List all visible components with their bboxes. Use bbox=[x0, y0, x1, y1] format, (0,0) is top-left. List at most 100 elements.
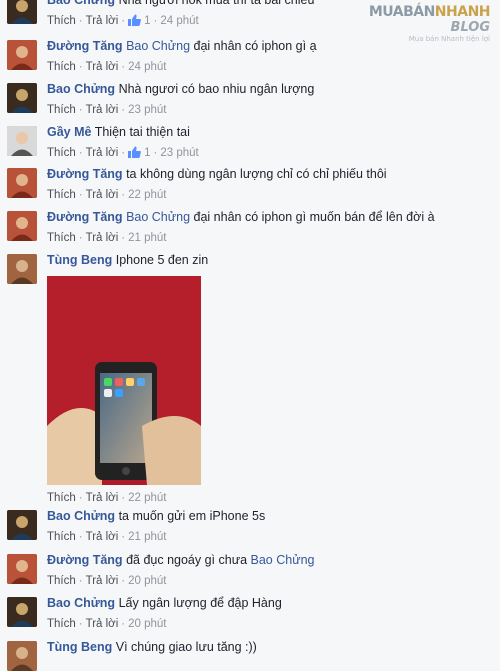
separator: · bbox=[78, 575, 83, 587]
comment-line: Tùng Beng Vì chúng giao lưu tăng :)) bbox=[47, 639, 490, 655]
bao-chung-avatar-icon[interactable] bbox=[7, 0, 37, 24]
separator: · bbox=[121, 189, 126, 201]
comment-text: đã đục ngoáy gì chưa bbox=[126, 553, 248, 567]
comment-timestamp[interactable]: 21 phút bbox=[128, 531, 166, 543]
mention-link[interactable]: Bao Chửng bbox=[251, 553, 315, 567]
mention-link[interactable]: Bao Chửng bbox=[126, 39, 190, 53]
bao-chung-avatar-icon[interactable] bbox=[7, 597, 37, 627]
separator: · bbox=[153, 15, 158, 27]
phone-in-hand-image bbox=[47, 276, 201, 485]
comment-text: Nhà ngươi có bao nhiu ngân lượng bbox=[118, 82, 315, 96]
bao-chung-avatar-icon[interactable] bbox=[7, 83, 37, 113]
like-count-value: 1 bbox=[144, 15, 151, 27]
duong-tang-avatar-icon[interactable] bbox=[7, 554, 37, 584]
separator: · bbox=[153, 147, 158, 159]
comment-line: Bao Chửng Nhà ngươi có bao nhiu ngân lượ… bbox=[47, 81, 490, 97]
comment-author-link[interactable]: Đường Tăng bbox=[47, 167, 123, 181]
comment-text: Lấy ngân lượng để đập Hàng bbox=[118, 596, 282, 610]
like-link[interactable]: Thích bbox=[47, 15, 76, 27]
comment-timestamp[interactable]: 24 phút bbox=[128, 61, 166, 73]
comment-actions: Thích · Trả lời · 22 phút bbox=[47, 491, 490, 505]
like-link[interactable]: Thích bbox=[47, 575, 76, 587]
mention-link[interactable]: Bao Chửng bbox=[126, 210, 190, 224]
separator: · bbox=[78, 104, 83, 116]
comment-timestamp[interactable]: 23 phút bbox=[128, 104, 166, 116]
reply-link[interactable]: Trả lời bbox=[86, 531, 119, 543]
comment-line: Tùng Beng Iphone 5 đen zin bbox=[47, 252, 490, 268]
bao-chung-avatar-icon[interactable] bbox=[7, 510, 37, 540]
like-link[interactable]: Thích bbox=[47, 531, 76, 543]
comment-actions: Thích · Trả lời · 21 phút bbox=[47, 231, 490, 245]
thumbs-up-icon bbox=[128, 14, 141, 26]
comment-actions: Thích · Trả lời · 20 phút bbox=[47, 617, 490, 631]
comment-text: Vì chúng giao lưu tăng :)) bbox=[115, 640, 257, 654]
thumbs-up-icon bbox=[128, 146, 141, 158]
like-link[interactable]: Thích bbox=[47, 104, 76, 116]
watermark: MUABÁNNHANH BLOG Mua bán Nhanh tiện lợi bbox=[362, 4, 491, 44]
watermark-sub: BLOG bbox=[450, 20, 490, 35]
reply-link[interactable]: Trả lời bbox=[86, 232, 119, 244]
comment-timestamp[interactable]: 20 phút bbox=[128, 618, 166, 630]
comment-line: Gầy Mê Thiện tai thiện tai bbox=[47, 124, 490, 140]
comment-author-link[interactable]: Bao Chửng bbox=[47, 509, 115, 523]
comment-author-link[interactable]: Gầy Mê bbox=[47, 125, 91, 139]
comment-author-link[interactable]: Đường Tăng bbox=[47, 39, 123, 53]
like-link[interactable]: Thích bbox=[47, 618, 76, 630]
separator: · bbox=[121, 104, 126, 116]
separator: · bbox=[121, 232, 126, 244]
comment-timestamp[interactable]: 22 phút bbox=[128, 189, 166, 201]
comment-timestamp[interactable]: 21 phút bbox=[128, 232, 166, 244]
comment-line: Đường Tăng đã đục ngoáy gì chưa Bao Chửn… bbox=[47, 552, 490, 568]
comment-author-link[interactable]: Đường Tăng bbox=[47, 210, 123, 224]
gay-me-avatar-icon[interactable] bbox=[7, 126, 37, 156]
comment-line: Đường Tăng ta không dùng ngân lượng chỉ … bbox=[47, 166, 490, 182]
comment-author-link[interactable]: Bao Chửng bbox=[47, 0, 115, 7]
comment-timestamp[interactable]: 24 phút bbox=[160, 15, 198, 27]
comment-timestamp[interactable]: 22 phút bbox=[128, 492, 166, 504]
tung-beng-avatar-icon[interactable] bbox=[7, 254, 37, 284]
separator: · bbox=[121, 147, 126, 159]
duong-tang-avatar-icon[interactable] bbox=[7, 211, 37, 241]
reply-link[interactable]: Trả lời bbox=[86, 618, 119, 630]
duong-tang-avatar-icon[interactable] bbox=[7, 40, 37, 70]
reply-link[interactable]: Trả lời bbox=[86, 15, 119, 27]
comment-actions: Thích · Trả lời · 24 phút bbox=[47, 60, 490, 74]
separator: · bbox=[121, 575, 126, 587]
like-link[interactable]: Thích bbox=[47, 232, 76, 244]
like-link[interactable]: Thích bbox=[47, 147, 76, 159]
separator: · bbox=[78, 15, 83, 27]
reply-link[interactable]: Trả lời bbox=[86, 104, 119, 116]
reply-link[interactable]: Trả lời bbox=[86, 147, 119, 159]
reply-link[interactable]: Trả lời bbox=[86, 189, 119, 201]
comment-author-link[interactable]: Bao Chửng bbox=[47, 82, 115, 96]
separator: · bbox=[78, 232, 83, 244]
reply-link[interactable]: Trả lời bbox=[86, 492, 119, 504]
comment-actions: Thích · Trả lời · 1 · 23 phút bbox=[47, 146, 490, 160]
tung-beng-avatar-icon[interactable] bbox=[7, 641, 37, 671]
attached-phone-photo[interactable] bbox=[47, 276, 201, 485]
like-count[interactable]: 1 bbox=[128, 14, 151, 27]
separator: · bbox=[121, 492, 126, 504]
comment-text: đại nhân có iphon gì ạ bbox=[193, 39, 317, 53]
like-link[interactable]: Thích bbox=[47, 492, 76, 504]
like-link[interactable]: Thích bbox=[47, 189, 76, 201]
reply-link[interactable]: Trả lời bbox=[86, 61, 119, 73]
comment-actions: Thích · Trả lời · 22 phút bbox=[47, 188, 490, 202]
duong-tang-avatar-icon[interactable] bbox=[7, 168, 37, 198]
comment-timestamp[interactable]: 23 phút bbox=[160, 147, 198, 159]
separator: · bbox=[78, 189, 83, 201]
comment-author-link[interactable]: Tùng Beng bbox=[47, 640, 112, 654]
comment-actions: Thích · Trả lời · 23 phút bbox=[47, 103, 490, 117]
like-link[interactable]: Thích bbox=[47, 61, 76, 73]
comment-author-link[interactable]: Bao Chửng bbox=[47, 596, 115, 610]
watermark-tagline: Mua bán Nhanh tiện lợi bbox=[408, 35, 490, 43]
like-count[interactable]: 1 bbox=[128, 146, 151, 159]
reply-link[interactable]: Trả lời bbox=[86, 575, 119, 587]
comment-line: Đường Tăng Bao Chửng đại nhân có iphon g… bbox=[47, 209, 490, 225]
comment-text: Nhà ngươi hok mua thì ta bái chiêu bbox=[118, 0, 315, 7]
comment-text: ta không dùng ngân lượng chỉ có chỉ phiế… bbox=[126, 167, 387, 181]
comment-author-link[interactable]: Tùng Beng bbox=[47, 253, 112, 267]
comment-thread: Bao Chửng Nhà ngươi hok mua thì ta bái c… bbox=[0, 0, 500, 671]
comment-author-link[interactable]: Đường Tăng bbox=[47, 553, 123, 567]
comment-timestamp[interactable]: 20 phút bbox=[128, 575, 166, 587]
